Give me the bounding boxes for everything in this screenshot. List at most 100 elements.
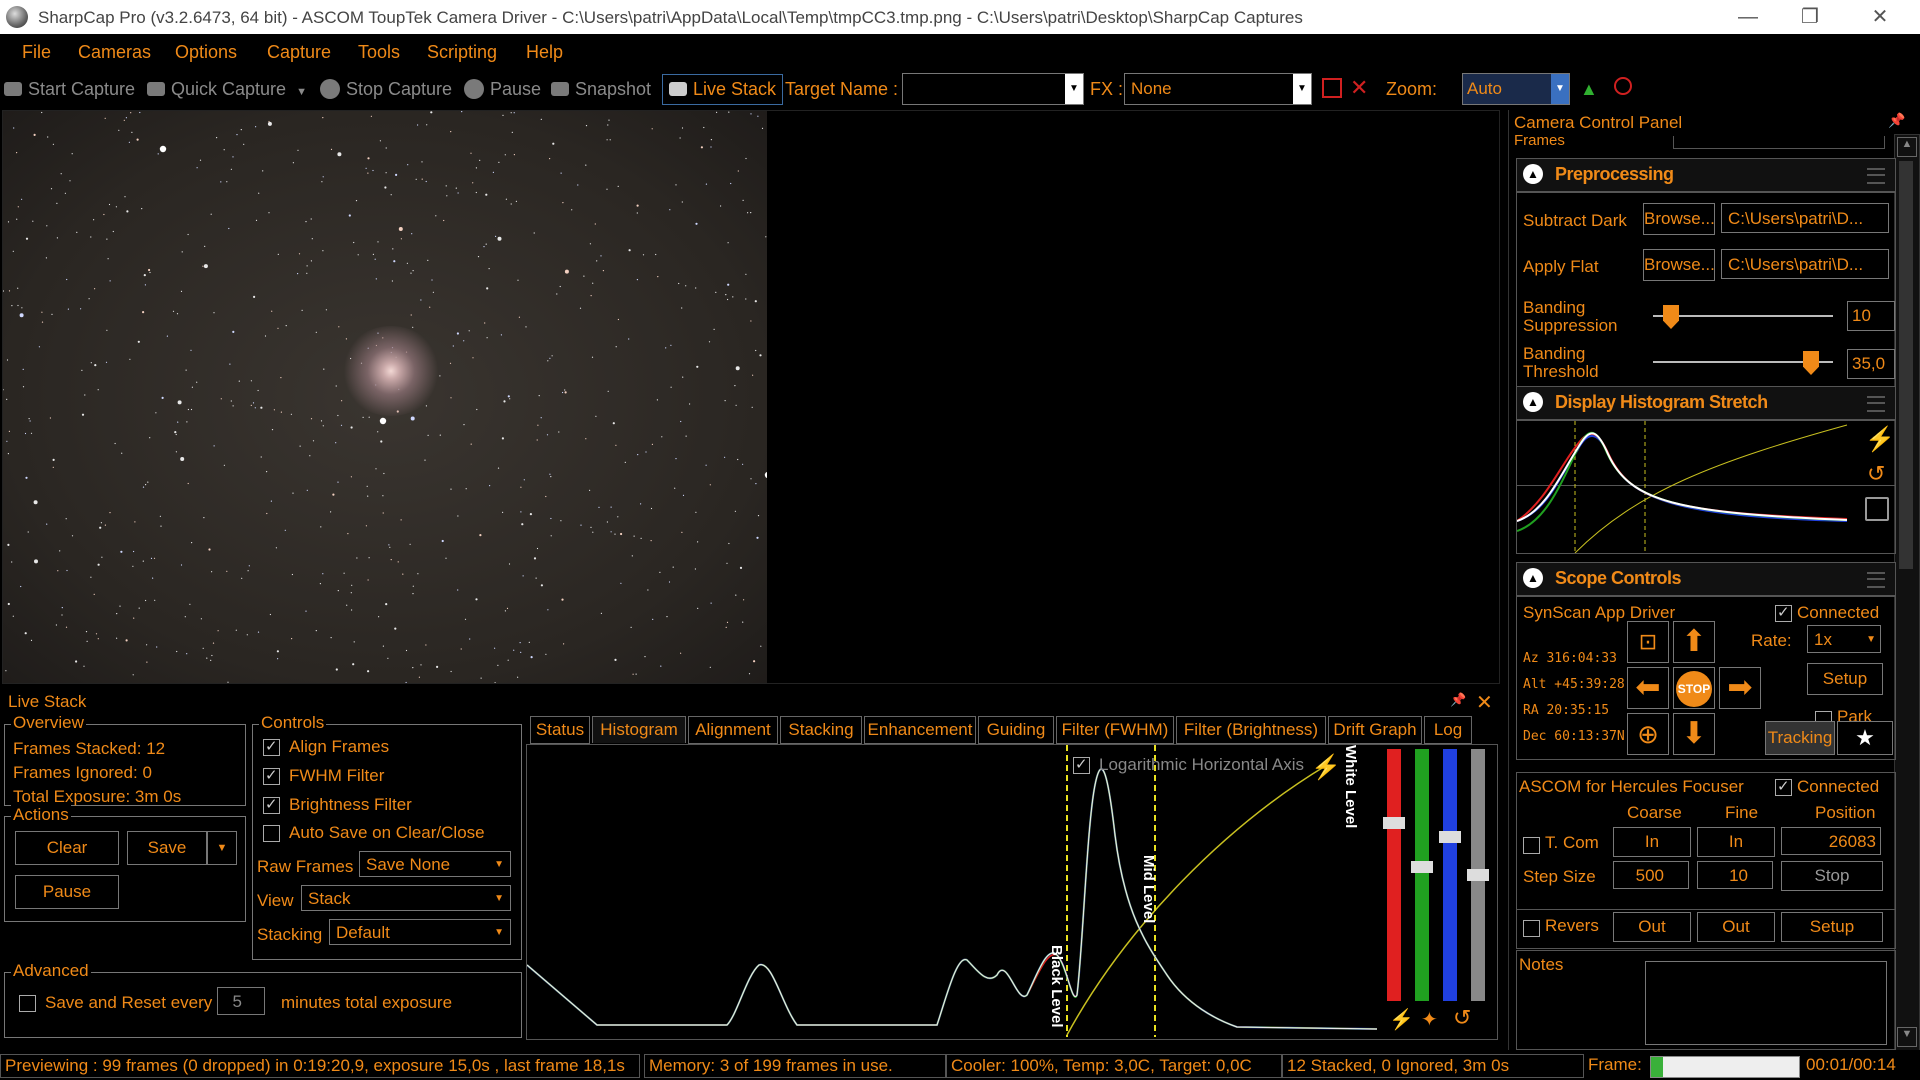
tab-drift-graph[interactable]: Drift Graph bbox=[1328, 716, 1422, 744]
tab-log[interactable]: Log bbox=[1424, 716, 1472, 744]
save-options-dropdown[interactable]: ▼ bbox=[207, 831, 237, 865]
slider-thumb[interactable] bbox=[1411, 861, 1433, 873]
tab-enhancement[interactable]: Enhancement bbox=[864, 716, 976, 744]
banding-threshold-slider[interactable] bbox=[1653, 351, 1833, 375]
collapse-icon[interactable]: ▲ bbox=[1523, 568, 1543, 588]
fine-step-input[interactable]: 10 bbox=[1697, 861, 1773, 889]
menu-capture[interactable]: Capture bbox=[267, 42, 331, 63]
menu-icon[interactable] bbox=[1867, 572, 1885, 588]
rate-select[interactable]: 1x ▼ bbox=[1807, 625, 1881, 653]
move-north-button[interactable]: ⬆ bbox=[1673, 621, 1715, 663]
quick-capture-button[interactable]: Quick Capture ▼ bbox=[147, 79, 307, 100]
fine-in-button[interactable]: In bbox=[1697, 827, 1775, 857]
auto-stretch-icon[interactable]: ⚡ bbox=[1311, 753, 1341, 782]
clear-button[interactable]: Clear bbox=[15, 831, 119, 865]
image-viewer[interactable] bbox=[2, 110, 1500, 684]
red-level-slider[interactable] bbox=[1383, 749, 1405, 1001]
dark-path-select[interactable]: C:\Users\patri\D... bbox=[1721, 203, 1889, 233]
reset-minutes-input[interactable]: 5 bbox=[217, 987, 265, 1015]
save-stack-button[interactable]: Save bbox=[127, 831, 207, 865]
captured-image[interactable] bbox=[3, 111, 767, 683]
focuser-connected-checkbox[interactable] bbox=[1775, 777, 1792, 796]
luminance-level-slider[interactable] bbox=[1467, 749, 1489, 1001]
fine-out-button[interactable]: Out bbox=[1697, 912, 1775, 942]
blue-level-slider[interactable] bbox=[1439, 749, 1461, 1001]
pin-icon[interactable]: 📌 bbox=[1888, 112, 1905, 129]
tracking-button[interactable]: Tracking bbox=[1765, 721, 1835, 755]
scroll-down-icon[interactable]: ▼ bbox=[1897, 1027, 1917, 1047]
chevron-down-icon[interactable]: ▼ bbox=[1551, 74, 1569, 104]
close-icon[interactable]: ✕ bbox=[1476, 690, 1493, 715]
tab-alignment[interactable]: Alignment bbox=[688, 716, 778, 744]
restore-button[interactable]: ❐ bbox=[1782, 0, 1838, 34]
banding-threshold-value[interactable]: 35,0 bbox=[1847, 349, 1895, 379]
menu-help[interactable]: Help bbox=[526, 42, 563, 63]
zoom-select[interactable]: Auto ▼ bbox=[1462, 73, 1570, 105]
ccp-scrollbar[interactable]: ▲ ▼ bbox=[1894, 134, 1920, 1052]
slider-thumb[interactable] bbox=[1663, 305, 1679, 329]
reticle-icon[interactable] bbox=[1614, 77, 1632, 95]
histogram-icon[interactable]: ▲ bbox=[1580, 79, 1598, 100]
pause-button[interactable]: Pause bbox=[464, 79, 541, 100]
notes-textarea[interactable] bbox=[1645, 961, 1887, 1045]
goto-icon[interactable]: ⊡ bbox=[1627, 621, 1669, 663]
tab-guiding[interactable]: Guiding bbox=[978, 716, 1054, 744]
menu-tools[interactable]: Tools bbox=[358, 42, 400, 63]
green-level-slider[interactable] bbox=[1411, 749, 1433, 1001]
star-icon[interactable]: ★ bbox=[1837, 721, 1893, 755]
stretch-histogram-plot[interactable] bbox=[1517, 421, 1857, 553]
menu-scripting[interactable]: Scripting bbox=[427, 42, 497, 63]
reset-icon[interactable]: ↺ bbox=[1453, 1005, 1471, 1031]
chevron-down-icon[interactable]: ▼ bbox=[296, 86, 307, 98]
stack-histogram-plot[interactable] bbox=[527, 745, 1383, 1037]
auto-stretch-icon[interactable]: ⚡ bbox=[1865, 425, 1895, 454]
flat-path-select[interactable]: C:\Users\patri\D... bbox=[1721, 249, 1889, 279]
focuser-stop-button[interactable]: Stop bbox=[1781, 861, 1883, 891]
tab-histogram[interactable]: Histogram bbox=[592, 716, 686, 743]
clear-selection-icon[interactable]: ✕ bbox=[1350, 75, 1368, 101]
snapshot-button[interactable]: Snapshot bbox=[551, 79, 651, 100]
pause-stack-button[interactable]: Pause bbox=[15, 875, 119, 909]
chevron-down-icon[interactable]: ▼ bbox=[1065, 74, 1083, 104]
menu-file[interactable]: File bbox=[22, 42, 51, 63]
auto-stretch-icon[interactable]: ⚡ bbox=[1389, 1007, 1414, 1032]
tab-filter-brightness[interactable]: Filter (Brightness) bbox=[1176, 716, 1326, 744]
slider-thumb[interactable] bbox=[1439, 831, 1461, 843]
brightness-filter-checkbox[interactable] bbox=[263, 795, 280, 814]
scope-controls-header[interactable]: ▲ Scope Controls bbox=[1516, 562, 1896, 596]
reset-icon[interactable]: ↺ bbox=[1867, 461, 1885, 487]
pin-icon[interactable]: 📌 bbox=[1450, 692, 1466, 708]
tcom-checkbox[interactable] bbox=[1523, 837, 1540, 854]
fwhm-filter-checkbox[interactable] bbox=[263, 766, 280, 785]
stop-slew-button[interactable]: STOP bbox=[1673, 667, 1715, 709]
move-east-button[interactable]: ➡ bbox=[1719, 667, 1761, 709]
coarse-in-button[interactable]: In bbox=[1613, 827, 1691, 857]
tab-stacking[interactable]: Stacking bbox=[780, 716, 862, 744]
move-west-button[interactable]: ⬅ bbox=[1627, 667, 1669, 709]
coarse-step-input[interactable]: 500 bbox=[1613, 861, 1689, 889]
crosshair-icon[interactable]: ⊕ bbox=[1627, 713, 1669, 755]
preprocessing-header[interactable]: ▲ Preprocessing bbox=[1516, 158, 1896, 192]
live-stack-button[interactable]: Live Stack bbox=[662, 74, 784, 105]
view-select[interactable]: Stack ▼ bbox=[301, 885, 511, 911]
collapse-icon[interactable]: ▲ bbox=[1523, 392, 1543, 412]
banding-suppression-value[interactable]: 10 bbox=[1847, 301, 1895, 331]
align-frames-checkbox[interactable] bbox=[263, 737, 280, 756]
histogram-stretch-header[interactable]: ▲ Display Histogram Stretch bbox=[1516, 386, 1896, 420]
chevron-down-icon[interactable]: ▼ bbox=[1293, 74, 1311, 104]
focuser-setup-button[interactable]: Setup bbox=[1781, 912, 1883, 942]
menu-options[interactable]: Options bbox=[175, 42, 237, 63]
close-window-button[interactable]: ✕ bbox=[1852, 0, 1908, 34]
auto-save-checkbox[interactable] bbox=[263, 825, 280, 842]
log-axis-checkbox[interactable] bbox=[1073, 755, 1090, 774]
save-icon[interactable] bbox=[1865, 497, 1889, 521]
scope-connected-checkbox[interactable] bbox=[1775, 603, 1792, 622]
raw-frames-select[interactable]: Save None ▼ bbox=[359, 851, 511, 877]
sparkle-icon[interactable]: ✦ bbox=[1421, 1007, 1438, 1032]
menu-icon[interactable] bbox=[1867, 396, 1885, 412]
slider-thumb[interactable] bbox=[1467, 869, 1489, 881]
menu-icon[interactable] bbox=[1867, 168, 1885, 184]
browse-flat-button[interactable]: Browse... bbox=[1643, 249, 1715, 281]
scroll-up-icon[interactable]: ▲ bbox=[1897, 137, 1917, 157]
banding-suppression-slider[interactable] bbox=[1653, 305, 1833, 329]
